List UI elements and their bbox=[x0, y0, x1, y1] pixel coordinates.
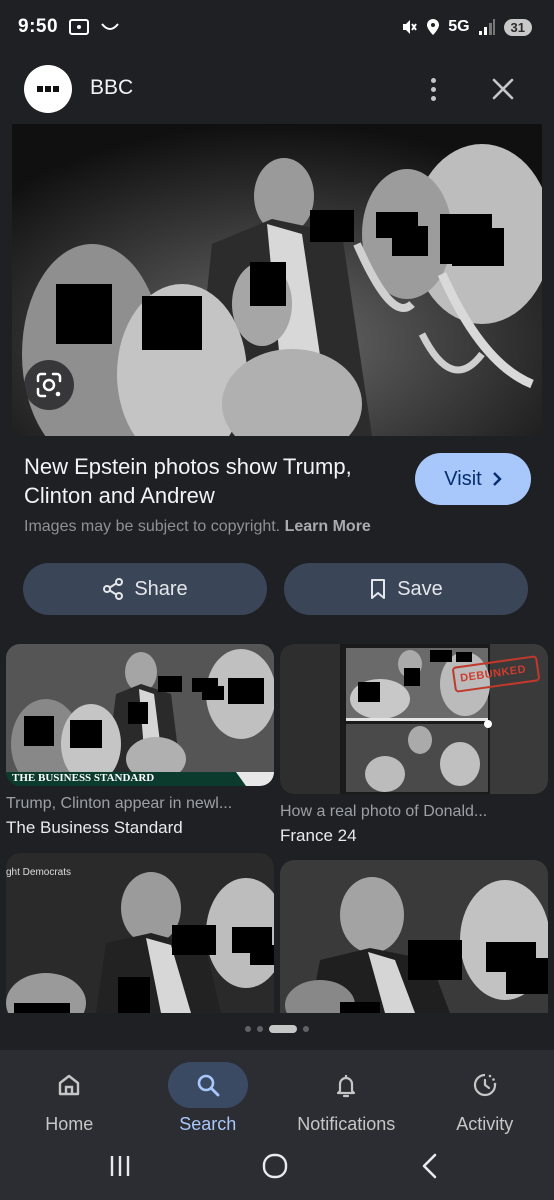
source-name: BBC bbox=[90, 76, 134, 99]
bell-icon bbox=[337, 1075, 356, 1098]
search-icon bbox=[197, 1074, 220, 1097]
share-button[interactable]: Share bbox=[23, 563, 267, 615]
related-card[interactable]: ght Democrats bbox=[6, 853, 274, 1013]
bookmark-icon bbox=[371, 579, 386, 599]
related-title: Trump, Clinton appear in newl... bbox=[6, 795, 233, 812]
source-banner: THE BUSINESS STANDARD bbox=[12, 772, 155, 784]
copyright-notice: Images may be subject to copyright. Lear… bbox=[24, 518, 371, 536]
copyright-text: Images may be subject to copyright. bbox=[24, 518, 281, 535]
more-options-button[interactable] bbox=[420, 70, 446, 108]
google-lens-button[interactable] bbox=[24, 360, 74, 410]
nav-activity-label: Activity bbox=[456, 1114, 514, 1134]
network-label: 5G bbox=[448, 18, 470, 35]
bottom-navigation: Home Search Notifications Activity bbox=[0, 1050, 554, 1148]
share-label: Share bbox=[134, 577, 188, 600]
activity-icon bbox=[473, 1073, 497, 1097]
share-icon bbox=[103, 578, 124, 600]
visit-button[interactable]: Visit bbox=[415, 453, 531, 505]
main-image[interactable] bbox=[12, 124, 542, 436]
related-thumbnail[interactable]: DEBUNKED bbox=[280, 644, 548, 794]
signal-icon bbox=[478, 19, 495, 35]
system-navigation-bar bbox=[0, 1148, 554, 1200]
nav-notifications-label: Notifications bbox=[297, 1114, 396, 1134]
related-source: The Business Standard bbox=[6, 818, 183, 837]
related-card[interactable] bbox=[280, 860, 548, 1013]
related-thumbnail[interactable]: THE BUSINESS STANDARD bbox=[6, 644, 274, 786]
related-card[interactable]: DEBUNKED How a real photo of Donald... F… bbox=[280, 644, 548, 846]
recent-apps-icon[interactable] bbox=[106, 1152, 134, 1180]
result-title[interactable]: New Epstein photos show Trump, Clinton a… bbox=[24, 452, 404, 510]
battery-indicator: 31 bbox=[503, 18, 532, 36]
related-thumbnail[interactable]: ght Democrats bbox=[6, 853, 274, 1013]
scroll-indicator bbox=[0, 1025, 554, 1033]
smile-icon bbox=[101, 23, 119, 30]
home-icon bbox=[59, 1074, 80, 1096]
screenshot-icon bbox=[69, 19, 90, 35]
status-bar: 9:50 5G 31 bbox=[0, 0, 554, 54]
learn-more-link[interactable]: Learn More bbox=[285, 518, 371, 535]
status-time: 9:50 bbox=[18, 16, 59, 37]
source-header: BBC bbox=[0, 58, 554, 120]
related-source: France 24 bbox=[280, 826, 357, 845]
chevron-right-icon bbox=[492, 472, 502, 486]
save-button[interactable]: Save bbox=[284, 563, 528, 615]
nav-notifications[interactable]: Notifications bbox=[277, 1050, 416, 1148]
nav-home-label: Home bbox=[45, 1114, 94, 1134]
back-icon[interactable] bbox=[416, 1152, 444, 1180]
visit-label: Visit bbox=[444, 467, 482, 490]
nav-home[interactable]: Home bbox=[0, 1050, 139, 1148]
related-title: How a real photo of Donald... bbox=[280, 803, 488, 820]
lens-icon bbox=[36, 372, 62, 398]
location-icon bbox=[427, 19, 440, 35]
related-card[interactable]: THE BUSINESS STANDARD Trump, Clinton app… bbox=[6, 644, 274, 838]
save-label: Save bbox=[397, 577, 443, 600]
nav-activity[interactable]: Activity bbox=[416, 1050, 554, 1148]
nav-search-label: Search bbox=[179, 1114, 237, 1134]
home-circle-icon[interactable] bbox=[261, 1152, 289, 1180]
bbc-logo[interactable] bbox=[24, 65, 72, 113]
close-icon[interactable] bbox=[486, 72, 520, 106]
related-thumbnail[interactable] bbox=[280, 860, 548, 1013]
nav-search[interactable]: Search bbox=[139, 1050, 278, 1148]
thumbnail-caption: ght Democrats bbox=[6, 867, 72, 878]
mute-icon bbox=[403, 20, 418, 34]
